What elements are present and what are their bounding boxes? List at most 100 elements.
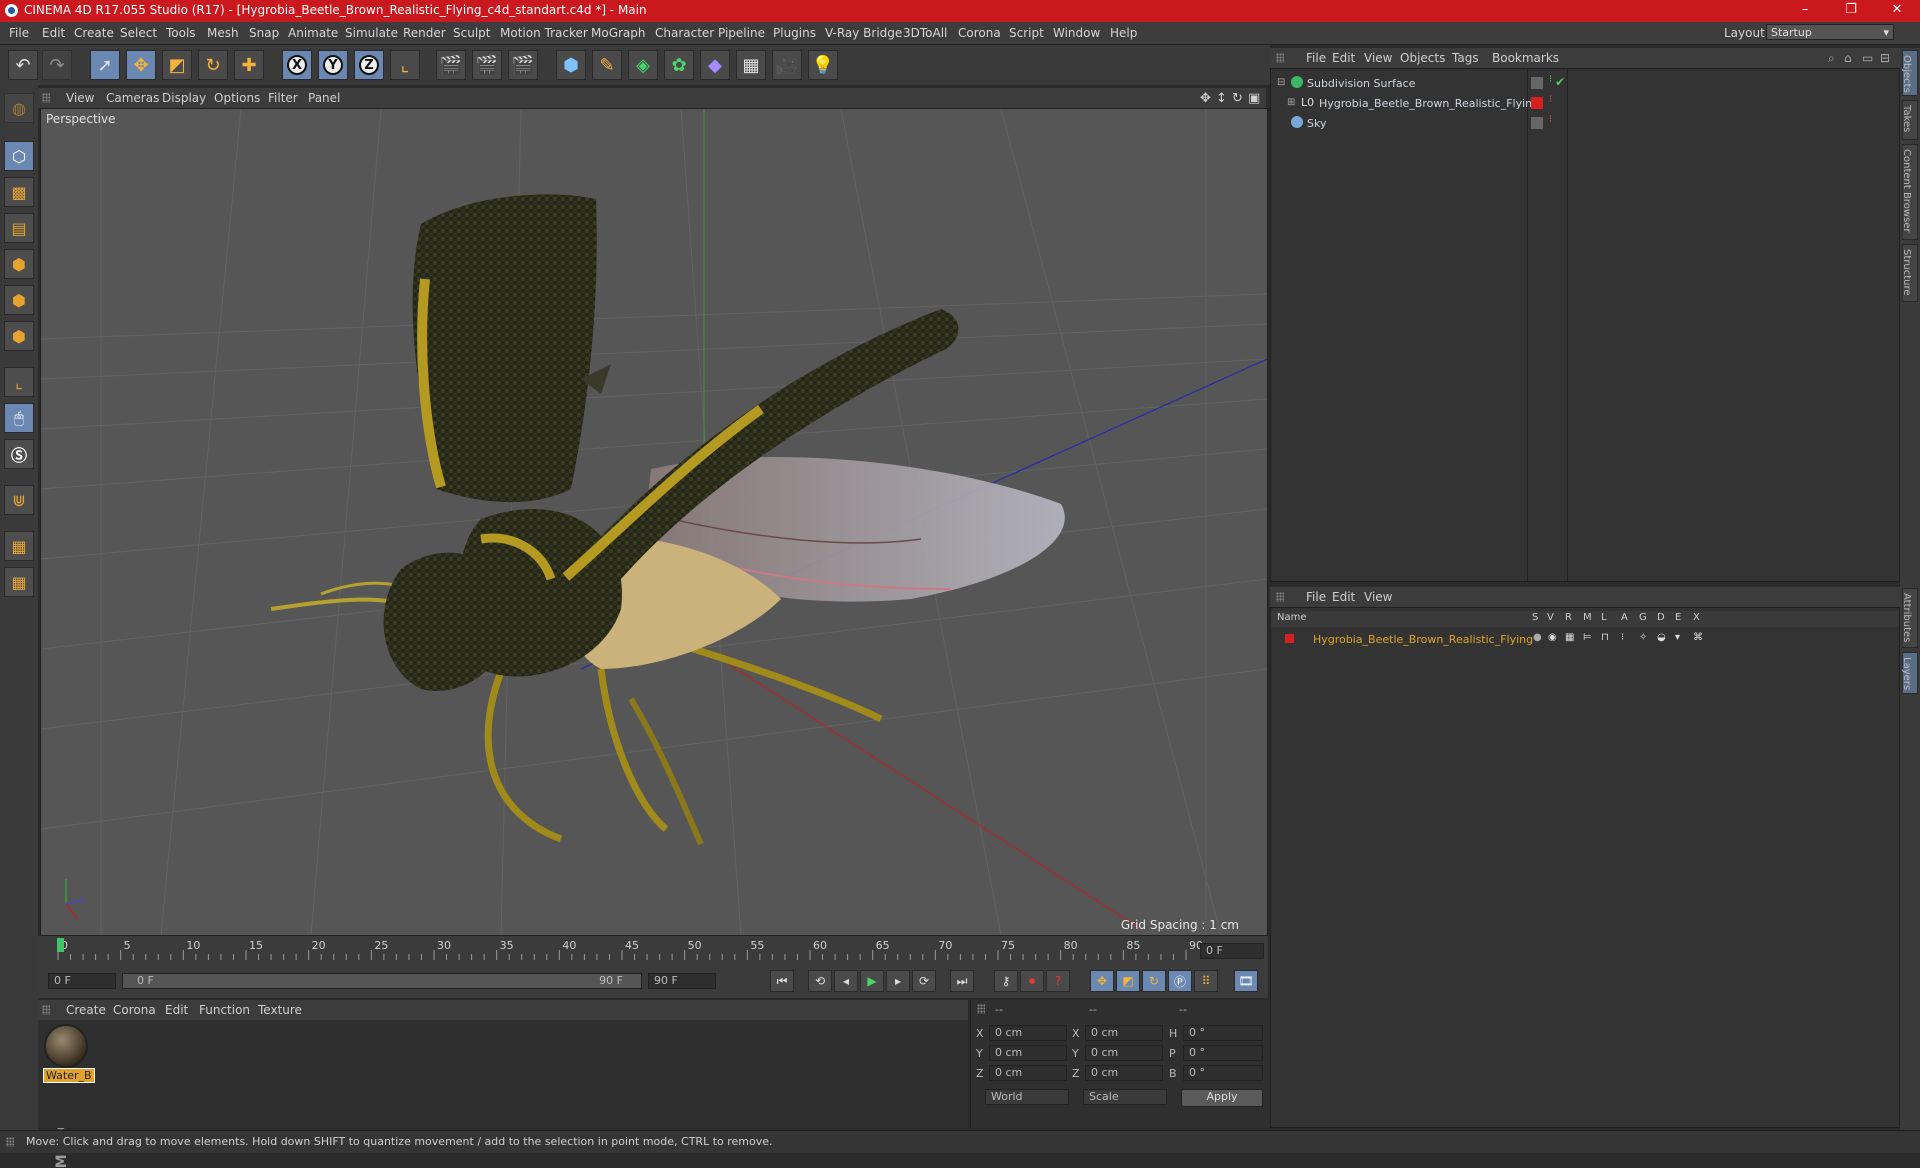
move-tool-button[interactable]: ✥ xyxy=(126,50,156,80)
deformer-button[interactable]: ◆ xyxy=(700,50,730,80)
coord-rot-p-field[interactable]: 0 ° xyxy=(1183,1045,1263,1061)
menu-mograph[interactable]: MoGraph xyxy=(591,26,646,40)
make-editable-button[interactable]: ◍ xyxy=(4,93,34,123)
axis-mode-button[interactable]: ⌞ xyxy=(4,367,34,397)
object-new-window-icon[interactable]: ▭ xyxy=(1862,51,1873,65)
menu-mesh[interactable]: Mesh xyxy=(207,26,239,40)
menu-3dtoall[interactable]: 3DToAll xyxy=(903,26,947,40)
spline-pen-button[interactable]: ✎ xyxy=(592,50,622,80)
autokey-button[interactable]: ? xyxy=(1046,970,1070,992)
light-button[interactable]: 💡 xyxy=(808,50,838,80)
menu-animate[interactable]: Animate xyxy=(288,26,338,40)
polygons-mode-button[interactable]: ⬢ xyxy=(4,321,34,351)
render-to-picture-viewer-button[interactable]: 🎬 xyxy=(472,50,502,80)
go-to-start-button[interactable]: ⏮ xyxy=(770,970,794,992)
solo-dot-icon[interactable]: ● xyxy=(1533,632,1542,643)
object-row-sky[interactable]: Sky ⁝ xyxy=(1271,114,1899,133)
menu-sculpt[interactable]: Sculpt xyxy=(453,26,490,40)
visibility-dots-icon[interactable]: ⁝ xyxy=(1549,74,1552,85)
rotate-tool-button[interactable]: ↻ xyxy=(198,50,228,80)
menu-snap[interactable]: Snap xyxy=(249,26,279,40)
expression-icon[interactable]: ▾ xyxy=(1675,632,1680,643)
layer-row[interactable]: Hygrobia_Beetle_Brown_Realistic_Flying ●… xyxy=(1271,631,1899,649)
menu-file[interactable]: File xyxy=(9,26,29,40)
lock-icon[interactable]: ⊓ xyxy=(1601,632,1609,643)
viewport-rotate-icon[interactable]: ↻ xyxy=(1232,91,1243,106)
menu-script[interactable]: Script xyxy=(1009,26,1044,40)
start-frame-field[interactable]: 0 F xyxy=(48,973,116,989)
render-view-button[interactable]: 🎬 xyxy=(436,50,466,80)
key-pla-button[interactable]: ⠿ xyxy=(1194,970,1218,992)
timeline-window-button[interactable]: 🎞 xyxy=(1234,970,1258,992)
object-menu-file[interactable]: File xyxy=(1306,51,1326,65)
menu-corona[interactable]: Corona xyxy=(958,26,1001,40)
object-menu-bookmarks[interactable]: Bookmarks xyxy=(1492,51,1559,65)
y-axis-button[interactable]: Y xyxy=(318,50,348,80)
workplane-mode-button[interactable]: ▤ xyxy=(4,213,34,243)
object-home-icon[interactable]: ⌂ xyxy=(1844,51,1852,65)
material-menu-function[interactable]: Function xyxy=(199,1003,250,1017)
maximize-button[interactable]: ❐ xyxy=(1828,0,1874,22)
coord-size-z-field[interactable]: 0 cm xyxy=(1085,1065,1163,1081)
3d-viewport[interactable]: Perspective Grid Spacing : 1 cm xyxy=(40,108,1268,936)
tab-content-browser[interactable]: Content Browser xyxy=(1901,144,1918,240)
key-scale-button[interactable]: ◩ xyxy=(1116,970,1140,992)
viewport-maximize-icon[interactable]: ▣ xyxy=(1248,91,1260,106)
cube-primitive-button[interactable]: ⬢ xyxy=(556,50,586,80)
material-menu-corona[interactable]: Corona xyxy=(113,1003,156,1017)
coord-pos-y-field[interactable]: 0 cm xyxy=(989,1045,1067,1061)
menu-tools[interactable]: Tools xyxy=(166,26,196,40)
previous-frame-button[interactable]: ◂ xyxy=(834,970,858,992)
menu-character[interactable]: Character xyxy=(655,26,714,40)
go-to-end-button[interactable]: ⏭ xyxy=(950,970,974,992)
animation-icon[interactable]: ⁝ xyxy=(1621,632,1624,643)
tab-structure[interactable]: Structure xyxy=(1901,244,1918,302)
camera-button[interactable]: 🎥 xyxy=(772,50,802,80)
key-rotation-button[interactable]: ↻ xyxy=(1142,970,1166,992)
object-row-beetle[interactable]: ⊞ L0 Hygrobia_Beetle_Brown_Realistic_Fly… xyxy=(1271,94,1899,113)
generator-icon[interactable]: ✧ xyxy=(1639,632,1647,643)
z-axis-button[interactable]: Z xyxy=(354,50,384,80)
xref-icon[interactable]: ⌘ xyxy=(1693,632,1703,643)
menu-create[interactable]: Create xyxy=(74,26,114,40)
menu-help[interactable]: Help xyxy=(1110,26,1137,40)
material-item[interactable]: Water_B xyxy=(38,1020,98,1090)
timeline-ruler[interactable]: 0 5 10 15 20 25 30 35 40 45 50 55 60 65 70 75 80 85 90 0 F xyxy=(38,936,1268,964)
tab-takes[interactable]: Takes xyxy=(1901,100,1918,140)
lock-workplane-button[interactable]: ▦ xyxy=(4,531,34,561)
menu-window[interactable]: Window xyxy=(1053,26,1100,40)
viewport-menu-display[interactable]: Display xyxy=(162,91,206,105)
coord-size-y-field[interactable]: 0 cm xyxy=(1085,1045,1163,1061)
recent-tools-button[interactable]: ✚ xyxy=(234,50,264,80)
render-settings-button[interactable]: 🎬 xyxy=(508,50,538,80)
undo-button[interactable]: ↶ xyxy=(8,50,38,80)
viewport-move-icon[interactable]: ✥ xyxy=(1200,91,1211,106)
menu-render[interactable]: Render xyxy=(403,26,446,40)
menu-plugins[interactable]: Plugins xyxy=(773,26,816,40)
tab-attributes[interactable]: Attributes xyxy=(1901,588,1918,648)
coordinate-system-button[interactable]: ⌞ xyxy=(390,50,420,80)
layout-select[interactable]: Startup xyxy=(1766,24,1894,41)
layer-menu-view[interactable]: View xyxy=(1364,590,1392,604)
menu-select[interactable]: Select xyxy=(120,26,157,40)
key-position-button[interactable]: ✥ xyxy=(1090,970,1114,992)
current-frame-field[interactable]: 0 F xyxy=(1200,943,1264,959)
edges-mode-button[interactable]: ⬢ xyxy=(4,285,34,315)
viewport-zoom-icon[interactable]: ↕ xyxy=(1216,91,1227,106)
visibility-dots-icon[interactable]: ⁝ xyxy=(1549,114,1552,125)
record-button[interactable]: ⏺ xyxy=(1020,970,1044,992)
viewport-menu-filter[interactable]: Filter xyxy=(268,91,298,105)
menu-edit[interactable]: Edit xyxy=(42,26,65,40)
viewport-menu-view[interactable]: View xyxy=(66,91,94,105)
object-menu-objects[interactable]: Objects xyxy=(1400,51,1445,65)
floor-button[interactable]: ▦ xyxy=(736,50,766,80)
menu-simulate[interactable]: Simulate xyxy=(345,26,398,40)
texture-mode-button[interactable]: ▩ xyxy=(4,177,34,207)
next-key-button[interactable]: ⟳ xyxy=(912,970,936,992)
object-row-subdivision[interactable]: ⊟ Subdivision Surface ⁝ ✔ xyxy=(1271,74,1899,93)
minimize-button[interactable]: – xyxy=(1782,0,1828,22)
render-icon[interactable]: ▦ xyxy=(1565,632,1574,643)
material-menu-create[interactable]: Create xyxy=(66,1003,106,1017)
live-selection-button[interactable]: ➚ xyxy=(90,50,120,80)
material-menu-texture[interactable]: Texture xyxy=(258,1003,302,1017)
